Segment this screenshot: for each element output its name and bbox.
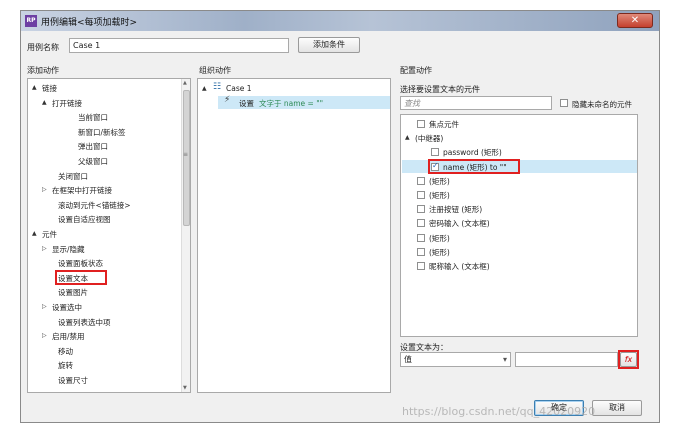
case-editor-dialog: RP 用例编辑<每项加载时> ✕ 用例名称 Case 1 添加条件 添加动作 组…: [20, 10, 660, 423]
scroll-down-icon[interactable]: ▼: [183, 385, 187, 391]
widget-checkbox[interactable]: [417, 233, 425, 242]
widget-checkbox[interactable]: [417, 247, 425, 256]
case-collapse-icon[interactable]: ▲: [202, 85, 207, 92]
action-tree-item[interactable]: 元件: [42, 229, 57, 240]
tree-toggle-icon[interactable]: ▲: [32, 84, 37, 91]
add-action-scrollbar[interactable]: ▲ ≡ ▼: [181, 79, 190, 392]
value-type-text: 值: [404, 355, 412, 364]
case-name-label: 用例名称: [27, 43, 59, 52]
widget-tree-item[interactable]: 焦点元件: [429, 119, 459, 130]
action-row[interactable]: ⚡ 设置 文字于 name = "": [218, 95, 390, 109]
set-text-value-input[interactable]: [515, 352, 618, 367]
widget-checkbox[interactable]: [417, 176, 425, 185]
action-tree-item[interactable]: 新窗口/新标签: [78, 127, 126, 138]
hide-unnamed-label: 隐藏未命名的元件: [572, 100, 632, 109]
action-tree-item[interactable]: 移动: [58, 346, 73, 357]
action-tree-item[interactable]: 滚动到元件<锚链接>: [58, 200, 131, 211]
widget-tree-item[interactable]: 密码输入 (文本框): [429, 218, 490, 229]
grip-icon: ≡: [183, 151, 189, 158]
action-tree-item[interactable]: 启用/禁用: [52, 331, 85, 342]
set-text-highlight: [55, 269, 107, 285]
action-tree-item[interactable]: 旋转: [58, 360, 73, 371]
title-bar: RP 用例编辑<每项加载时> ✕: [21, 11, 659, 31]
organize-action-header: 组织动作: [199, 66, 231, 75]
chevron-down-icon[interactable]: ▾: [503, 353, 507, 366]
configure-action-header: 配置动作: [400, 66, 432, 75]
action-tree-item[interactable]: 当前窗口: [78, 112, 108, 123]
tree-toggle-icon[interactable]: ▷: [42, 186, 47, 193]
action-tree-item[interactable]: 设置尺寸: [58, 375, 88, 386]
cancel-button[interactable]: 取消: [592, 400, 642, 416]
case-name-input[interactable]: Case 1: [69, 38, 289, 53]
widget-tree-item[interactable]: password (矩形): [443, 147, 502, 158]
action-tree-item[interactable]: 设置列表选中项: [58, 317, 111, 328]
case-label[interactable]: Case 1: [226, 84, 252, 93]
widget-tree-item[interactable]: (矩形): [429, 176, 450, 187]
tree-toggle-icon[interactable]: ▲: [32, 230, 37, 237]
widget-checkbox[interactable]: [417, 262, 425, 270]
action-prefix: 设置: [239, 99, 254, 108]
lightning-icon: ⚡: [224, 95, 231, 105]
widget-tree-item[interactable]: 昵称输入 (文本框): [429, 261, 490, 272]
tree-toggle-icon[interactable]: ▲: [42, 99, 47, 106]
action-tree-item[interactable]: 设置面板状态: [58, 258, 103, 269]
add-action-header: 添加动作: [27, 66, 59, 75]
select-widget-label: 选择要设置文本的元件: [400, 85, 480, 94]
add-action-panel: ▲ ≡ ▼ ▲ 链接 ▲ 打开链接当前窗口新窗口/新标签 弹出窗口父级窗口关闭窗口 ▷ 在框…: [27, 78, 191, 393]
organize-action-panel: ▲ ☷ Case 1 ⚡ 设置 文字于 name = "": [197, 78, 391, 393]
action-tree-item[interactable]: 父级窗口: [78, 156, 108, 167]
fx-highlight: [618, 350, 639, 369]
action-tree-item[interactable]: 设置自适应视图: [58, 214, 111, 225]
action-tree-item[interactable]: 设置选中: [52, 302, 82, 313]
action-tree-item[interactable]: 在框架中打开链接: [52, 185, 112, 196]
widget-tree-panel: 焦点元件▲(中继器)password (矩形)name (矩形) to ""(矩…: [400, 114, 638, 337]
widget-toggle-icon[interactable]: ▲: [405, 134, 410, 141]
widget-checkbox[interactable]: [417, 219, 425, 228]
case-icon: ☷: [213, 82, 222, 92]
action-tree-item[interactable]: 链接: [42, 83, 57, 94]
add-condition-button[interactable]: 添加条件: [298, 37, 360, 53]
tree-toggle-icon[interactable]: ▷: [42, 245, 47, 252]
watermark: https://blog.csdn.net/qq_42020920: [402, 405, 596, 418]
value-type-select[interactable]: 值 ▾: [400, 352, 511, 367]
selected-widget-highlight: [428, 158, 520, 174]
tree-toggle-icon[interactable]: ▷: [42, 303, 47, 310]
action-tree-item[interactable]: 显示/隐藏: [52, 244, 85, 255]
widget-tree-item[interactable]: (矩形): [429, 247, 450, 258]
widget-tree-item[interactable]: (矩形): [429, 233, 450, 244]
scroll-up-icon[interactable]: ▲: [183, 80, 187, 86]
scroll-thumb[interactable]: [183, 90, 190, 226]
action-tree-item[interactable]: 设置图片: [58, 287, 88, 298]
case-toggle[interactable]: ▲: [202, 83, 207, 92]
widget-checkbox[interactable]: [417, 120, 425, 128]
close-button[interactable]: ✕: [617, 13, 653, 28]
axure-app-icon: RP: [25, 15, 37, 27]
widget-tree-item[interactable]: (矩形): [429, 190, 450, 201]
action-tree-item[interactable]: 弹出窗口: [78, 141, 108, 152]
widget-checkbox[interactable]: [431, 148, 439, 157]
widget-tree-item[interactable]: 注册按钮 (矩形): [429, 204, 482, 215]
action-tree-item[interactable]: 打开链接: [52, 98, 82, 109]
widget-checkbox[interactable]: [417, 205, 425, 214]
tree-toggle-icon[interactable]: ▷: [42, 332, 47, 339]
action-tree-item[interactable]: 关闭窗口: [58, 171, 88, 182]
widget-search-input[interactable]: 查找: [400, 96, 552, 110]
window-title: 用例编辑<每项加载时>: [41, 18, 138, 28]
widget-tree-item[interactable]: (中继器): [415, 133, 443, 144]
action-detail: 文字于 name = "": [259, 99, 324, 108]
widget-checkbox[interactable]: [417, 191, 425, 199]
hide-unnamed-checkbox[interactable]: [560, 99, 568, 107]
